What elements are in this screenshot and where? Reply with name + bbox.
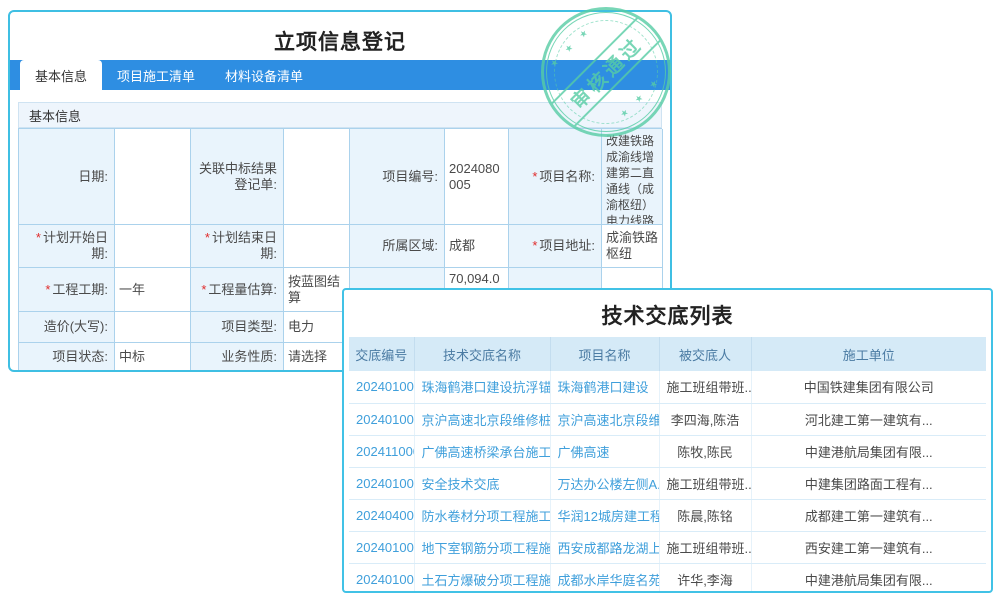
disclosure-no-link[interactable]: 2024110001 [349,435,414,467]
disclosure-table-header: 交底编号 技术交底名称 项目名称 被交底人 施工单位 [349,337,986,371]
construction-unit-cell: 中国铁建集团有限公司 [751,371,986,403]
project-name-link[interactable]: 华润12城房建工程... [550,499,659,531]
construction-unit-cell: 河北建工第一建筑有... [751,403,986,435]
table-row: 2024110001 广佛高速桥梁承台施工技... 广佛高速 陈牧,陈民 中建港… [349,435,986,467]
label-business-nature: 业务性质: [191,343,284,371]
disclosure-name-link[interactable]: 珠海鹤港口建设抗浮锚杆... [414,371,550,403]
recipient-cell: 陈晨,陈铭 [659,499,751,531]
field-project-type[interactable]: 电力 [284,312,350,343]
recipient-cell: 施工班组带班... [659,371,751,403]
tab-basic-info[interactable]: 基本信息 [20,60,102,90]
construction-unit-cell: 西安建工第一建筑有... [751,531,986,563]
field-project-number[interactable]: 2024080005 [445,129,509,225]
construction-unit-cell: 成都建工第一建筑有... [751,499,986,531]
table-row: 2024040001 防水卷材分项工程施工技... 华润12城房建工程... 陈… [349,499,986,531]
disclosure-name-link[interactable]: 京沪高速北京段维修桩帽... [414,403,550,435]
field-project-address[interactable]: 成渝铁路 枢纽 [602,225,663,268]
section-title: 基本信息 [29,106,81,125]
project-name-link[interactable]: 京沪高速北京段维修 [550,403,659,435]
disclosure-table: 交底编号 技术交底名称 项目名称 被交底人 施工单位 2024010003 珠海… [349,337,986,593]
col-header-recipient: 被交底人 [659,337,751,371]
field-date[interactable] [115,129,191,225]
label-project-duration: *工程工期: [19,268,115,312]
label-project-name: *项目名称: [509,129,602,225]
label-project-status: 项目状态: [19,343,115,371]
label-plan-end-date: *计划结束日期: [191,225,284,268]
project-name-link[interactable]: 成都水岸华庭名苑... [550,563,659,593]
field-project-name[interactable]: 改建铁路成渝线增建第二直通线（成渝枢纽）电力线路迁改工程 [602,129,663,225]
disclosure-name-link[interactable]: 地下室钢筋分项工程施工... [414,531,550,563]
label-quantity-estimate: *工程量估算: [191,268,284,312]
project-name-link[interactable]: 珠海鹤港口建设 [550,371,659,403]
project-name-link[interactable]: 广佛高速 [550,435,659,467]
label-cost-in-words: 造价(大写): [19,312,115,343]
disclosure-no-link[interactable]: 2024010002 [349,531,414,563]
field-project-duration[interactable]: 一年 [115,268,191,312]
col-header-disclosure-name: 技术交底名称 [414,337,550,371]
recipient-cell: 许华,李海 [659,563,751,593]
recipient-cell: 李四海,陈浩 [659,403,751,435]
section-header-basic-info: 基本信息 [18,102,662,128]
disclosure-no-link[interactable]: 2024010002 [349,563,414,593]
field-quantity-estimate[interactable]: 按蓝图结算 [284,268,350,312]
label-project-number: 项目编号: [350,129,445,225]
disclosure-no-link[interactable]: 2024010004 [349,403,414,435]
label-project-address: *项目地址: [509,225,602,268]
disclosure-name-link[interactable]: 广佛高速桥梁承台施工技... [414,435,550,467]
recipient-cell: 施工班组带班... [659,531,751,563]
table-row: 2024010004 京沪高速北京段维修桩帽... 京沪高速北京段维修 李四海,… [349,403,986,435]
table-row: 2024010003 珠海鹤港口建设抗浮锚杆... 珠海鹤港口建设 施工班组带班… [349,371,986,403]
table-row: 2024010002 地下室钢筋分项工程施工... 西安成都路龙湖上... 施工… [349,531,986,563]
project-name-link[interactable]: 万达办公楼左侧A... [550,467,659,499]
tab-bar: 基本信息 项目施工清单 材料设备清单 [10,60,670,90]
tab-material-equipment-list[interactable]: 材料设备清单 [210,60,318,90]
project-name-link[interactable]: 西安成都路龙湖上... [550,531,659,563]
label-bid-result-form: 关联中标结果登记单: [191,129,284,225]
field-plan-start-date[interactable] [115,225,191,268]
field-bid-result-form[interactable] [284,129,350,225]
disclosure-list-title: 技术交底列表 [344,300,991,330]
field-region[interactable]: 成都 [445,225,509,268]
recipient-cell: 施工班组带班... [659,467,751,499]
field-plan-end-date[interactable] [284,225,350,268]
label-plan-start-date: *计划开始日期: [19,225,115,268]
disclosure-list-window: 技术交底列表 交底编号 技术交底名称 项目名称 被交底人 施工单位 202401… [342,288,993,593]
disclosure-name-link[interactable]: 土石方爆破分项工程施工... [414,563,550,593]
disclosure-name-link[interactable]: 防水卷材分项工程施工技... [414,499,550,531]
label-project-type: 项目类型: [191,312,284,343]
tab-construction-list[interactable]: 项目施工清单 [102,60,210,90]
disclosure-no-link[interactable]: 2024040001 [349,499,414,531]
disclosure-name-link[interactable]: 安全技术交底 [414,467,550,499]
table-row: 2024010003 安全技术交底 万达办公楼左侧A... 施工班组带班... … [349,467,986,499]
field-business-nature[interactable]: 请选择 [284,343,350,371]
col-header-construction-unit: 施工单位 [751,337,986,371]
table-row: 2024010002 土石方爆破分项工程施工... 成都水岸华庭名苑... 许华… [349,563,986,593]
screen: 立项信息登记 基本信息 项目施工清单 材料设备清单 基本信息 日期: 关联中标结… [0,0,1000,600]
field-cost-in-words[interactable] [115,312,191,343]
disclosure-no-link[interactable]: 2024010003 [349,371,414,403]
label-region: 所属区域: [350,225,445,268]
label-date: 日期: [19,129,115,225]
field-project-status[interactable]: 中标 [115,343,191,371]
page-title: 立项信息登记 [10,26,670,56]
col-header-disclosure-no: 交底编号 [349,337,414,371]
construction-unit-cell: 中建港航局集团有限... [751,435,986,467]
disclosure-no-link[interactable]: 2024010003 [349,467,414,499]
construction-unit-cell: 中建港航局集团有限... [751,563,986,593]
construction-unit-cell: 中建集团路面工程有... [751,467,986,499]
col-header-project-name: 项目名称 [550,337,659,371]
recipient-cell: 陈牧,陈民 [659,435,751,467]
